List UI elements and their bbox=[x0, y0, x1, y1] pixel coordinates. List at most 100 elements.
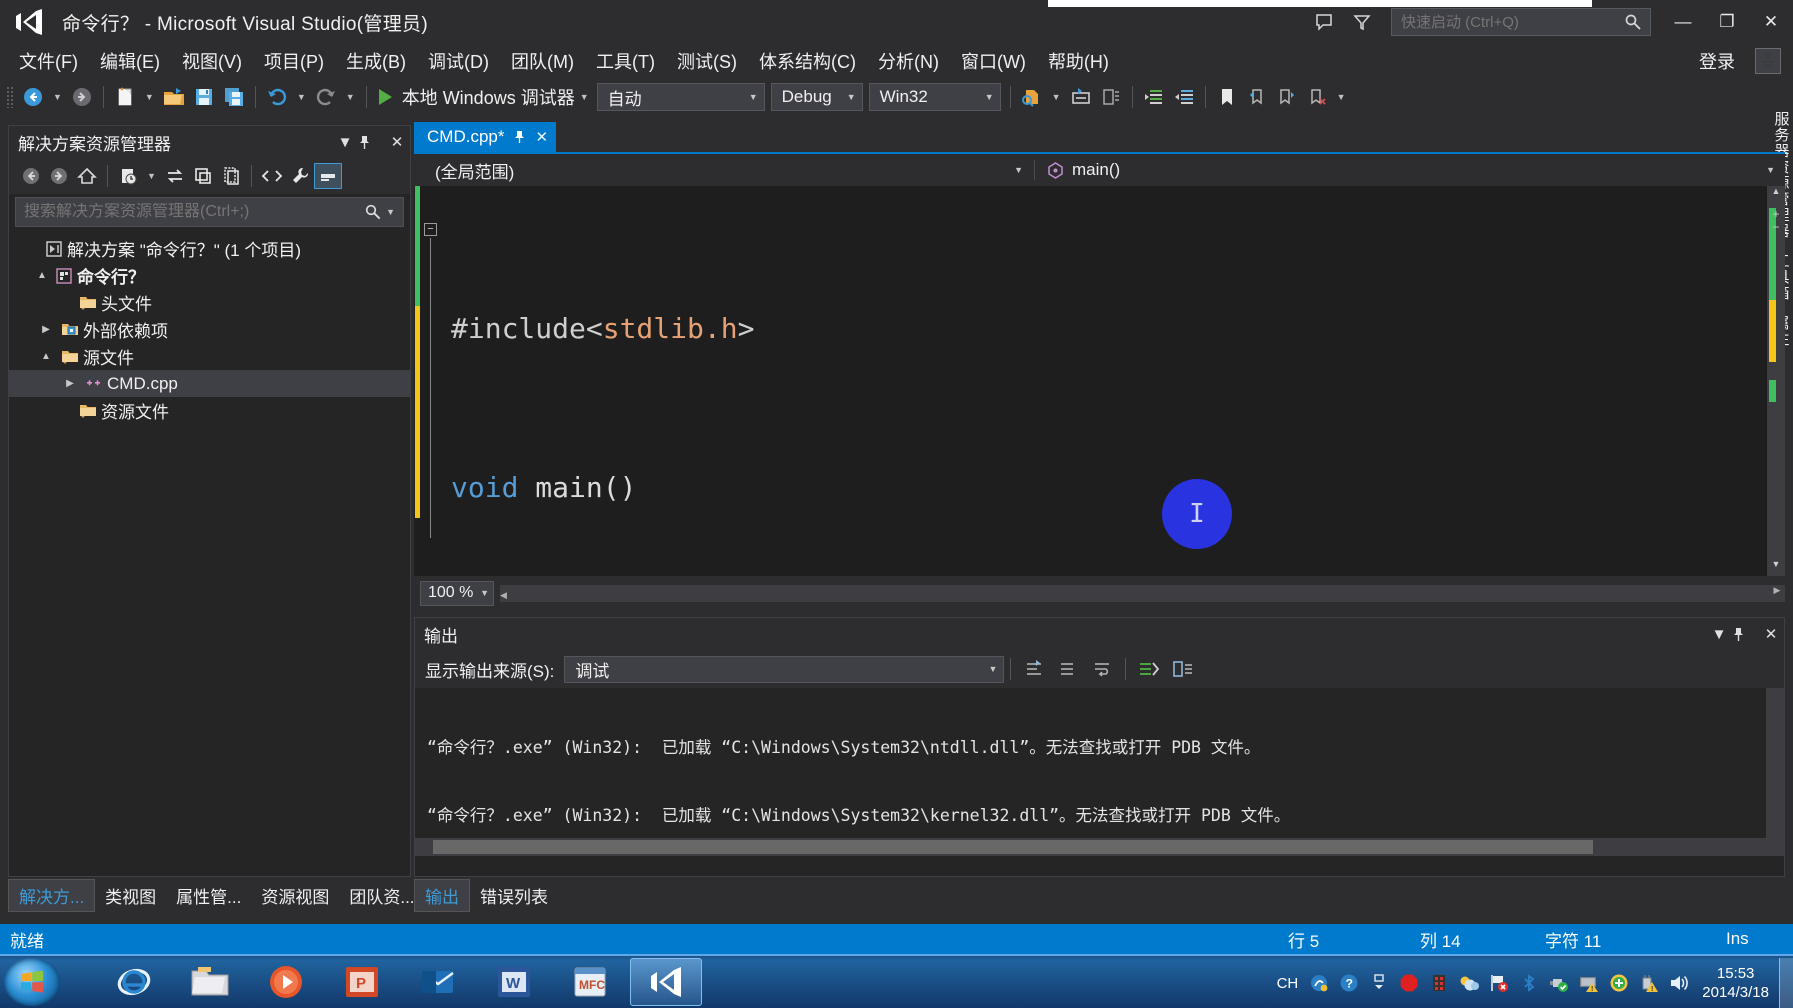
start-debugging-dropdown-icon[interactable]: ▼ bbox=[575, 92, 594, 102]
pin-icon[interactable] bbox=[358, 135, 384, 150]
file-explorer-icon[interactable] bbox=[174, 958, 246, 1006]
redo-icon[interactable] bbox=[311, 82, 341, 112]
tree-expander-collapsed[interactable]: ▶ bbox=[59, 378, 81, 389]
save-icon[interactable] bbox=[189, 82, 219, 112]
next-bookmark-icon[interactable] bbox=[1272, 82, 1302, 112]
save-all-icon[interactable] bbox=[219, 82, 249, 112]
network-warning-icon[interactable]: ! bbox=[1637, 971, 1661, 995]
sign-in-link[interactable]: 登录 bbox=[1699, 48, 1735, 74]
collapse-region-icon[interactable]: − bbox=[424, 223, 437, 236]
quick-launch-box[interactable] bbox=[1391, 8, 1651, 36]
menu-file[interactable]: 文件(F) bbox=[8, 45, 89, 77]
show-hidden-icons-icon[interactable] bbox=[1367, 971, 1391, 995]
show-desktop-button[interactable] bbox=[1779, 958, 1793, 1008]
tree-item-external-dependencies[interactable]: ▶ 外部依赖项 bbox=[9, 316, 410, 343]
update-icon[interactable] bbox=[1607, 971, 1631, 995]
scope-dropdown[interactable]: (全局范围) ▼ bbox=[414, 157, 1034, 183]
menu-team[interactable]: 团队(M) bbox=[500, 45, 585, 77]
flag-error-icon[interactable] bbox=[1487, 971, 1511, 995]
menu-test[interactable]: 测试(S) bbox=[666, 45, 748, 77]
tree-expander-expanded[interactable]: ▲ bbox=[33, 270, 51, 281]
properties-icon[interactable] bbox=[286, 163, 314, 189]
dock-tab-output[interactable]: 输出 bbox=[414, 878, 470, 912]
filter-icon[interactable] bbox=[1343, 3, 1381, 41]
quick-launch-input[interactable] bbox=[1392, 13, 1624, 31]
visual-studio-icon[interactable] bbox=[630, 958, 702, 1006]
mfc-app-icon[interactable]: MFC bbox=[554, 958, 626, 1006]
tree-item-project[interactable]: ▲ 命令行？ bbox=[9, 262, 410, 289]
scroll-left-arrow-icon[interactable]: ◀ bbox=[500, 590, 507, 600]
taskbar-clock[interactable]: 15:53 2014/3/18 bbox=[1702, 964, 1769, 1002]
code-content[interactable]: #include<stdlib.h> void main() { while (… bbox=[443, 186, 1767, 576]
editor-horizontal-scrollbar[interactable]: ◀ ▶ bbox=[500, 584, 1785, 602]
solution-explorer-search-input[interactable] bbox=[16, 203, 365, 221]
output-source-dropdown[interactable]: 调试 ▼ bbox=[564, 655, 1005, 683]
preview-selected-items-icon[interactable] bbox=[313, 163, 342, 189]
scroll-right-arrow-icon[interactable]: ▶ bbox=[1769, 585, 1785, 596]
menu-help[interactable]: 帮助(H) bbox=[1037, 45, 1120, 77]
outlook-icon[interactable] bbox=[402, 958, 474, 1006]
close-icon[interactable]: ✕ bbox=[384, 133, 410, 151]
find-message-icon[interactable] bbox=[1017, 655, 1051, 683]
windows-start-icon[interactable] bbox=[4, 958, 60, 1006]
view-code-icon[interactable] bbox=[258, 163, 286, 189]
help-icon[interactable]: ? bbox=[1337, 971, 1361, 995]
dock-tab-error-list[interactable]: 错误列表 bbox=[470, 880, 558, 911]
dock-tab-resource-view[interactable]: 资源视图 bbox=[251, 880, 339, 911]
previous-bookmark-icon[interactable] bbox=[1242, 82, 1272, 112]
solution-platform-dropdown[interactable]: Win32 ▼ bbox=[868, 83, 1001, 111]
word-icon[interactable]: W bbox=[478, 958, 550, 1006]
dock-tab-solution-explorer[interactable]: 解决方... bbox=[8, 878, 96, 912]
undo-dropdown-icon[interactable]: ▼ bbox=[292, 92, 311, 102]
output-text-area[interactable]: “命令行？.exe” (Win32): 已加载 “C:\Windows\Syst… bbox=[415, 688, 1784, 838]
uncomment-icon[interactable] bbox=[1096, 82, 1126, 112]
new-item-icon[interactable] bbox=[110, 82, 140, 112]
home-icon[interactable] bbox=[73, 163, 101, 189]
minimize-button[interactable]: — bbox=[1661, 0, 1705, 44]
clear-bookmarks-icon[interactable] bbox=[1302, 82, 1332, 112]
pending-changes-dropdown-icon[interactable]: ▼ bbox=[142, 171, 161, 181]
feedback-icon[interactable] bbox=[1305, 3, 1343, 41]
maximize-button[interactable]: ❐ bbox=[1705, 0, 1749, 44]
volume-icon[interactable] bbox=[1667, 971, 1691, 995]
dock-tab-class-view[interactable]: 类视图 bbox=[95, 880, 166, 911]
vpn-warning-icon[interactable]: ! bbox=[1577, 971, 1601, 995]
menu-analyze[interactable]: 分析(N) bbox=[867, 45, 950, 77]
menu-edit[interactable]: 编辑(E) bbox=[89, 45, 171, 77]
show-output-from-icon[interactable] bbox=[1166, 655, 1200, 683]
ime-indicator[interactable]: CH bbox=[1277, 975, 1299, 992]
show-all-files-icon[interactable] bbox=[217, 163, 245, 189]
tree-item-solution[interactable]: 解决方案 "命令行？" (1 个项目) bbox=[9, 235, 410, 262]
close-button[interactable]: ✕ bbox=[1749, 0, 1793, 44]
code-editor[interactable]: − #include<stdlib.h> void main() { while… bbox=[414, 186, 1785, 576]
toggle-word-wrap-icon[interactable] bbox=[1085, 655, 1119, 683]
open-folder-icon[interactable] bbox=[159, 82, 189, 112]
powerpoint-icon[interactable]: P bbox=[326, 958, 398, 1006]
pin-icon[interactable] bbox=[513, 130, 526, 144]
toolbar-grip[interactable] bbox=[6, 86, 14, 108]
output-hscroll-thumb[interactable] bbox=[433, 840, 1593, 854]
bluetooth-icon[interactable] bbox=[1517, 971, 1541, 995]
chevron-down-icon[interactable]: ▼ bbox=[332, 134, 358, 151]
zoom-level-dropdown[interactable]: 100 % ▼ bbox=[420, 580, 494, 606]
output-vertical-scrollbar[interactable] bbox=[1766, 688, 1784, 838]
find-in-files-icon[interactable] bbox=[1017, 82, 1047, 112]
editor-vertical-scrollbar[interactable]: ▲ + − ▼ bbox=[1767, 186, 1785, 576]
pending-changes-icon[interactable] bbox=[114, 163, 142, 189]
menu-window[interactable]: 窗口(W) bbox=[950, 45, 1037, 77]
navigate-forward-icon[interactable] bbox=[67, 82, 97, 112]
safely-remove-hardware-icon[interactable] bbox=[1547, 971, 1571, 995]
clear-all-icon[interactable] bbox=[1051, 655, 1085, 683]
bookmark-icon[interactable] bbox=[1212, 82, 1242, 112]
media-player-icon[interactable] bbox=[250, 958, 322, 1006]
tree-item-cmd-cpp[interactable]: ▶ CMD.cpp bbox=[9, 370, 410, 397]
document-tab-cmd-cpp[interactable]: CMD.cpp* ✕ bbox=[414, 122, 557, 152]
outlining-margin[interactable]: − bbox=[421, 186, 443, 576]
forward-icon[interactable] bbox=[45, 163, 73, 189]
menu-debug[interactable]: 调试(D) bbox=[417, 45, 500, 77]
pin-icon[interactable] bbox=[1732, 627, 1758, 642]
tree-item-source-files[interactable]: ▲ 源文件 bbox=[9, 343, 410, 370]
weather-icon[interactable] bbox=[1457, 971, 1481, 995]
indent-icon[interactable] bbox=[1139, 82, 1169, 112]
sogou-pinyin-icon[interactable] bbox=[1307, 971, 1331, 995]
